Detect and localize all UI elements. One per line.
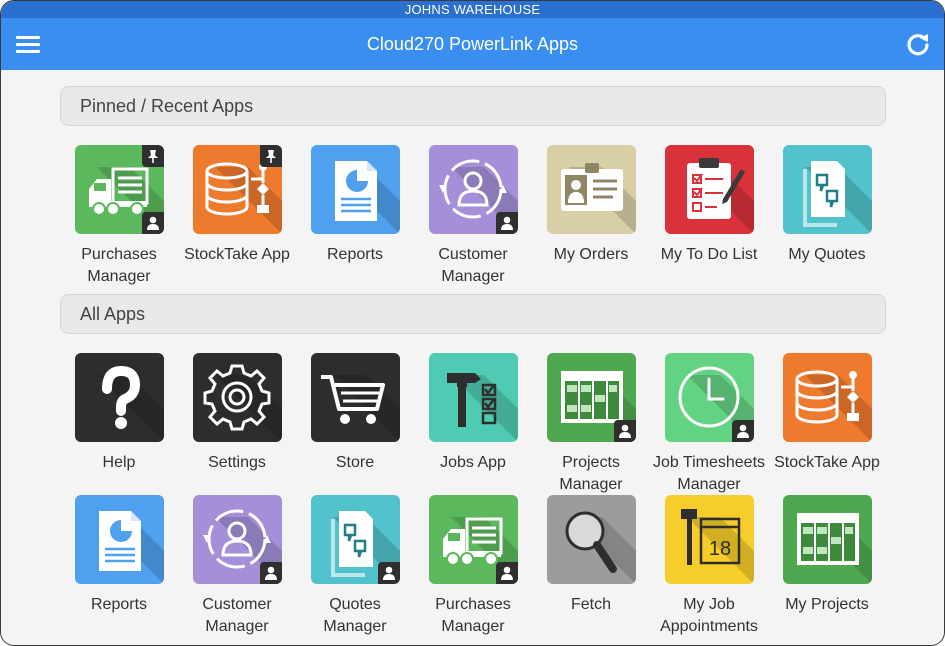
- app-tile[interactable]: [192, 353, 282, 442]
- user-badge-icon: [495, 562, 518, 584]
- app-label: Job Timesheets Manager: [652, 454, 766, 493]
- app-tile[interactable]: [782, 145, 872, 234]
- app-tile[interactable]: [664, 145, 754, 234]
- question-icon: [96, 365, 164, 442]
- user-badge-icon: [731, 420, 754, 442]
- user-badge-icon: [259, 562, 282, 584]
- app-tile[interactable]: [74, 145, 164, 234]
- app-tile[interactable]: [428, 145, 518, 234]
- app-tile[interactable]: [546, 495, 636, 584]
- app-tile[interactable]: [74, 353, 164, 442]
- app-tile[interactable]: [310, 145, 400, 234]
- navigation-bar: Cloud270 PowerLink Apps: [1, 18, 944, 70]
- app-window: JOHNS WAREHOUSE Cloud270 PowerLink Apps …: [0, 0, 945, 646]
- app-customer-manager[interactable]: Customer Manager: [178, 495, 296, 638]
- app-label: Jobs App: [440, 454, 506, 471]
- app-tile[interactable]: [428, 353, 518, 442]
- hammer-icon: [446, 373, 518, 442]
- app-tile[interactable]: [782, 353, 872, 442]
- app-label: My Orders: [553, 246, 629, 263]
- section-header-all-apps: All Apps: [60, 294, 886, 334]
- app-store[interactable]: Store: [296, 353, 414, 474]
- app-my-projects[interactable]: My Projects: [768, 495, 886, 616]
- app-quotes-manager[interactable]: Quotes Manager: [296, 495, 414, 638]
- app-label: Customer Manager: [202, 596, 272, 635]
- cart-icon: [320, 375, 400, 442]
- app-purchases-manager[interactable]: Purchases Manager: [414, 495, 532, 638]
- app-label: Purchases Manager: [435, 596, 511, 635]
- pin-icon[interactable]: [259, 145, 282, 167]
- app-stocktake-app[interactable]: StockTake App: [178, 145, 296, 266]
- app-tile[interactable]: [782, 495, 872, 584]
- app-jobs-app[interactable]: Jobs App: [414, 353, 532, 474]
- page-title: Cloud270 PowerLink Apps: [366, 34, 579, 54]
- app-tile[interactable]: [310, 495, 400, 584]
- app-my-orders[interactable]: My Orders: [532, 145, 650, 266]
- quote-doc-icon: [802, 161, 872, 234]
- app-label: Fetch: [570, 596, 611, 613]
- app-label: My To Do List: [660, 246, 758, 263]
- app-my-job-appointments[interactable]: 18 My Job Appointments: [650, 495, 768, 638]
- app-tile[interactable]: [428, 495, 518, 584]
- app-label: Customer Manager: [438, 246, 508, 285]
- database-icon: [795, 370, 872, 442]
- app-tile[interactable]: [546, 145, 636, 234]
- pin-icon[interactable]: [141, 145, 164, 167]
- app-label: Help: [102, 454, 136, 471]
- report-icon: [332, 161, 400, 234]
- app-label: StockTake App: [774, 454, 880, 471]
- app-label: StockTake App: [184, 246, 290, 263]
- refresh-icon[interactable]: [904, 30, 932, 58]
- section-header-pinned: Pinned / Recent Apps: [60, 86, 886, 126]
- svg-text:18: 18: [708, 538, 730, 560]
- app-label: Purchases Manager: [81, 246, 157, 285]
- app-tile[interactable]: 18: [664, 495, 754, 584]
- report-icon: [96, 511, 164, 584]
- app-tile[interactable]: [664, 353, 754, 442]
- section-title-all-apps: All Apps: [80, 304, 146, 324]
- app-label: Settings: [208, 454, 266, 471]
- status-bar-title: JOHNS WAREHOUSE: [404, 2, 541, 17]
- app-projects-manager[interactable]: Projects Manager: [532, 353, 650, 496]
- app-settings[interactable]: Settings: [178, 353, 296, 474]
- app-help[interactable]: Help: [60, 353, 178, 474]
- app-customer-manager[interactable]: Customer Manager: [414, 145, 532, 288]
- app-tile[interactable]: [546, 353, 636, 442]
- app-tile[interactable]: [310, 353, 400, 442]
- app-label: My Quotes: [788, 246, 866, 263]
- user-badge-icon: [495, 212, 518, 234]
- user-badge-icon: [377, 562, 400, 584]
- app-tile[interactable]: [192, 495, 282, 584]
- app-purchases-manager[interactable]: Purchases Manager: [60, 145, 178, 288]
- clipboard-icon: [686, 158, 754, 234]
- app-label: Quotes Manager: [323, 596, 387, 635]
- user-badge-icon: [613, 420, 636, 442]
- app-reports[interactable]: Reports: [60, 495, 178, 616]
- app-label: My Job Appointments: [660, 596, 758, 635]
- app-tile[interactable]: [192, 145, 282, 234]
- gear-icon: [203, 364, 282, 442]
- app-fetch[interactable]: Fetch: [532, 495, 650, 616]
- id-card-icon: [560, 163, 636, 234]
- section-title-pinned: Pinned / Recent Apps: [80, 96, 254, 116]
- user-badge-icon: [141, 212, 164, 234]
- app-label: Reports: [90, 596, 148, 613]
- board-icon: [796, 513, 872, 584]
- app-reports[interactable]: Reports: [296, 145, 414, 266]
- app-tile[interactable]: [74, 495, 164, 584]
- calendar-icon: 18: [680, 509, 754, 584]
- app-label: Store: [335, 454, 375, 471]
- magnifier-icon: [565, 511, 636, 584]
- app-label: Reports: [326, 246, 384, 263]
- app-my-quotes[interactable]: My Quotes: [768, 145, 886, 266]
- app-stocktake-app[interactable]: StockTake App: [768, 353, 886, 474]
- app-job-timesheets-manager[interactable]: Job Timesheets Manager: [650, 353, 768, 496]
- app-my-to-do-list[interactable]: My To Do List: [650, 145, 768, 266]
- status-bar: JOHNS WAREHOUSE: [1, 1, 944, 18]
- app-label: Projects Manager: [559, 454, 623, 493]
- app-label: My Projects: [785, 596, 869, 613]
